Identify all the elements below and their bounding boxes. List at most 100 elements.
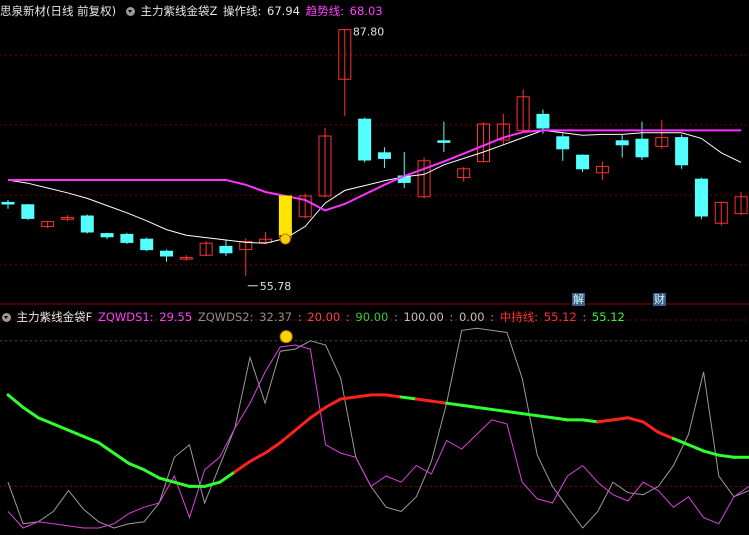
trend-line-label: 趋势线: [305,4,344,18]
hold-line-segment [248,451,267,463]
hold-line-segment [293,416,312,432]
hold-line-segment [278,428,297,445]
hold-line-segment [429,399,449,405]
trend-line-value: 68.03 [349,4,383,18]
sub-header: 主力紫线金袋F ZQWDS1: 29.55 ZQWDS2: 32.37 : 20… [0,308,627,326]
candle-body [120,233,134,243]
candle-body [437,140,451,143]
hold-line-segment [445,401,464,407]
hold-line-value-2: 55.12 [591,310,625,324]
hold-line-segment [324,397,343,409]
hold-line-segment [490,407,509,414]
hold-line-segment [66,428,86,438]
hold-line-label: 中持线: [499,310,539,324]
zqwds2-line [7,327,749,529]
hold-line-segment [233,459,252,474]
zq2-value: 32.37 [259,310,293,324]
indicator-name: 主力紫线金袋Z [140,4,218,18]
hold-line-segment [550,416,570,422]
candle-body [140,238,154,251]
sep: : [449,310,454,324]
ref-20-value: 20.00 [307,310,341,324]
op-line-value: 67.94 [267,4,300,18]
dropdown-circle-icon[interactable] [125,7,135,16]
ref-100-value: 100.00 [403,310,444,324]
hold-line-segment [263,441,282,455]
event-badge-cai[interactable]: 财 [653,293,666,306]
candle-body [100,233,114,238]
ma-line [7,129,742,244]
hold-line-segment [581,418,600,424]
hold-line-segment [414,397,433,403]
hold-line-segment [51,422,70,432]
sep: : [394,310,398,324]
hold-line-segment [505,410,524,416]
hold-line-segment [97,441,116,455]
hold-line-segment [475,405,494,411]
hold-line-value: 55.12 [543,310,577,324]
candle-body [358,118,372,161]
hold-line-segment [339,395,358,401]
hold-line-segment [596,418,615,424]
candle-body [615,140,629,146]
ref-90-value: 90.00 [355,310,389,324]
chart-canvas: 87.80 55.78 [0,26,749,529]
hold-line-segment [535,414,554,420]
sep: : [297,310,302,324]
money-bag-icon [279,233,291,245]
hold-line-segment [702,449,721,457]
main-header: 思泉新材(日线 前复权) 主力紫线金袋Z 操作线: 67.94 趋势线: 68.… [0,2,385,20]
candle-body [80,215,94,233]
hold-line-segment [717,453,736,459]
zqwds1-line [7,344,749,529]
candle-body [675,137,689,166]
smiley-icon [279,330,293,344]
hold-line-segment [172,480,191,488]
candle-body [377,152,391,159]
candle-body [536,113,550,129]
hold-line-segment [384,393,403,399]
candlestick-chart [1,29,748,287]
high-price-label: 87.80 [353,26,385,39]
op-line-label: 操作线: [223,4,262,18]
oscillator-chart [6,327,749,529]
zq1-label: ZQWDS1: [97,310,154,324]
gold-bag-marker [278,195,292,236]
candle-body [219,245,233,254]
sep: : [490,310,495,324]
hold-line-segment [308,405,328,420]
ref-0-value: 0.00 [458,310,485,324]
candle-body [21,204,35,219]
hold-line-segment [354,393,373,399]
event-badge-jie[interactable]: 解 [572,293,585,306]
hold-line-segment [687,443,706,453]
sub-indicator-name: 主力紫线金袋F [16,310,93,324]
hold-line-segment [399,395,418,401]
hold-line-segment [641,420,660,434]
candle-body [1,201,15,205]
hold-line-segment [626,416,645,424]
hold-line-segment [218,470,237,484]
candle-body [556,136,570,150]
hold-line-segment [656,430,675,441]
sep: : [345,310,350,324]
candle-body [694,178,708,217]
hold-line-segment [82,434,101,445]
stock-title: 思泉新材(日线 前复权) [0,4,117,18]
hold-line-segment [157,476,176,484]
hold-line-segment [127,462,146,472]
hold-line-segment [203,480,222,488]
candle-body [576,154,590,170]
hold-line-segment [611,416,630,422]
hold-line-segment [112,451,131,466]
trend-line [8,129,742,212]
candle-body [635,138,649,158]
zq2-label: ZQWDS2: [197,310,254,324]
hold-line-segment [6,393,25,409]
hold-line-segment [142,468,161,480]
hold-line-segment [520,412,539,418]
hold-line-segment [460,403,479,409]
candle-body [160,250,174,257]
sub-grid [0,319,749,487]
dropdown-circle-icon[interactable] [2,313,11,322]
